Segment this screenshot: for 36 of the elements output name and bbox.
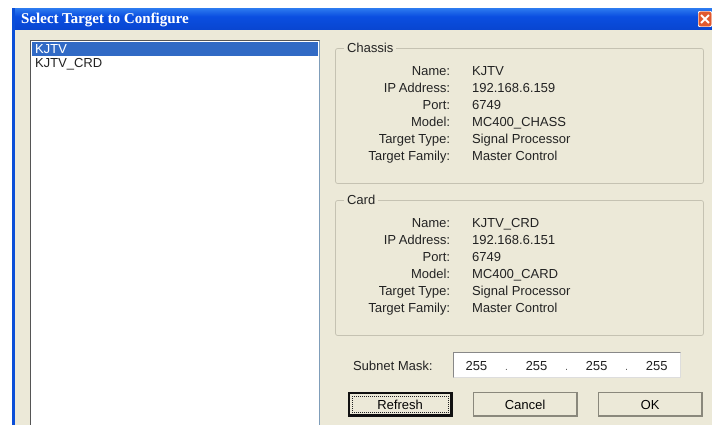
dialog-button[interactable]: Refresh [348, 392, 453, 417]
target-list[interactable]: KJTV KJTV_CRD [30, 40, 320, 425]
field-value: 6749 [472, 97, 502, 113]
field-label: Name: [410, 63, 450, 79]
window-title: Select Target to Configure [21, 10, 189, 28]
field-label: Port: [422, 97, 450, 113]
ip-address-field[interactable]: 255 . 255 . 255 . 255 [452, 352, 680, 378]
dialog-button[interactable]: Cancel [473, 392, 578, 417]
field-value: MC400_CARD [472, 266, 559, 282]
field-label: Target Family: [367, 300, 450, 316]
field-value: 192.168.6.159 [472, 80, 556, 96]
field-value: KJTV_CRD [472, 215, 540, 231]
field-label: Model: [410, 114, 450, 130]
list-item[interactable]: KJTV [32, 42, 318, 56]
field-label: Port: [422, 249, 450, 265]
field-label: Target Family: [367, 148, 450, 164]
list-item[interactable]: KJTV_CRD [32, 56, 318, 70]
field-label: Target Type: [378, 283, 450, 299]
field-label: Name: [410, 215, 450, 231]
group-title: Card [344, 192, 378, 207]
field-value: Signal Processor [472, 283, 572, 299]
field-value: MC400_CHASS [472, 114, 567, 130]
field-value: KJTV [472, 63, 505, 79]
group-title: Chassis [344, 40, 396, 55]
field-label: Model: [410, 266, 450, 282]
field-value: 192.168.6.151 [472, 232, 556, 248]
close-icon[interactable] [698, 11, 712, 27]
field-label: Target Type: [378, 131, 450, 147]
field-value: Master Control [472, 148, 558, 164]
field-value: Master Control [472, 300, 558, 316]
field-label: Subnet Mask: [353, 358, 432, 372]
field-value: 6749 [472, 249, 502, 265]
field-label: IP Address: [382, 80, 450, 96]
field-value: Signal Processor [472, 131, 572, 147]
field-label: IP Address: [382, 232, 450, 248]
dialog-button[interactable]: OK [598, 392, 703, 417]
